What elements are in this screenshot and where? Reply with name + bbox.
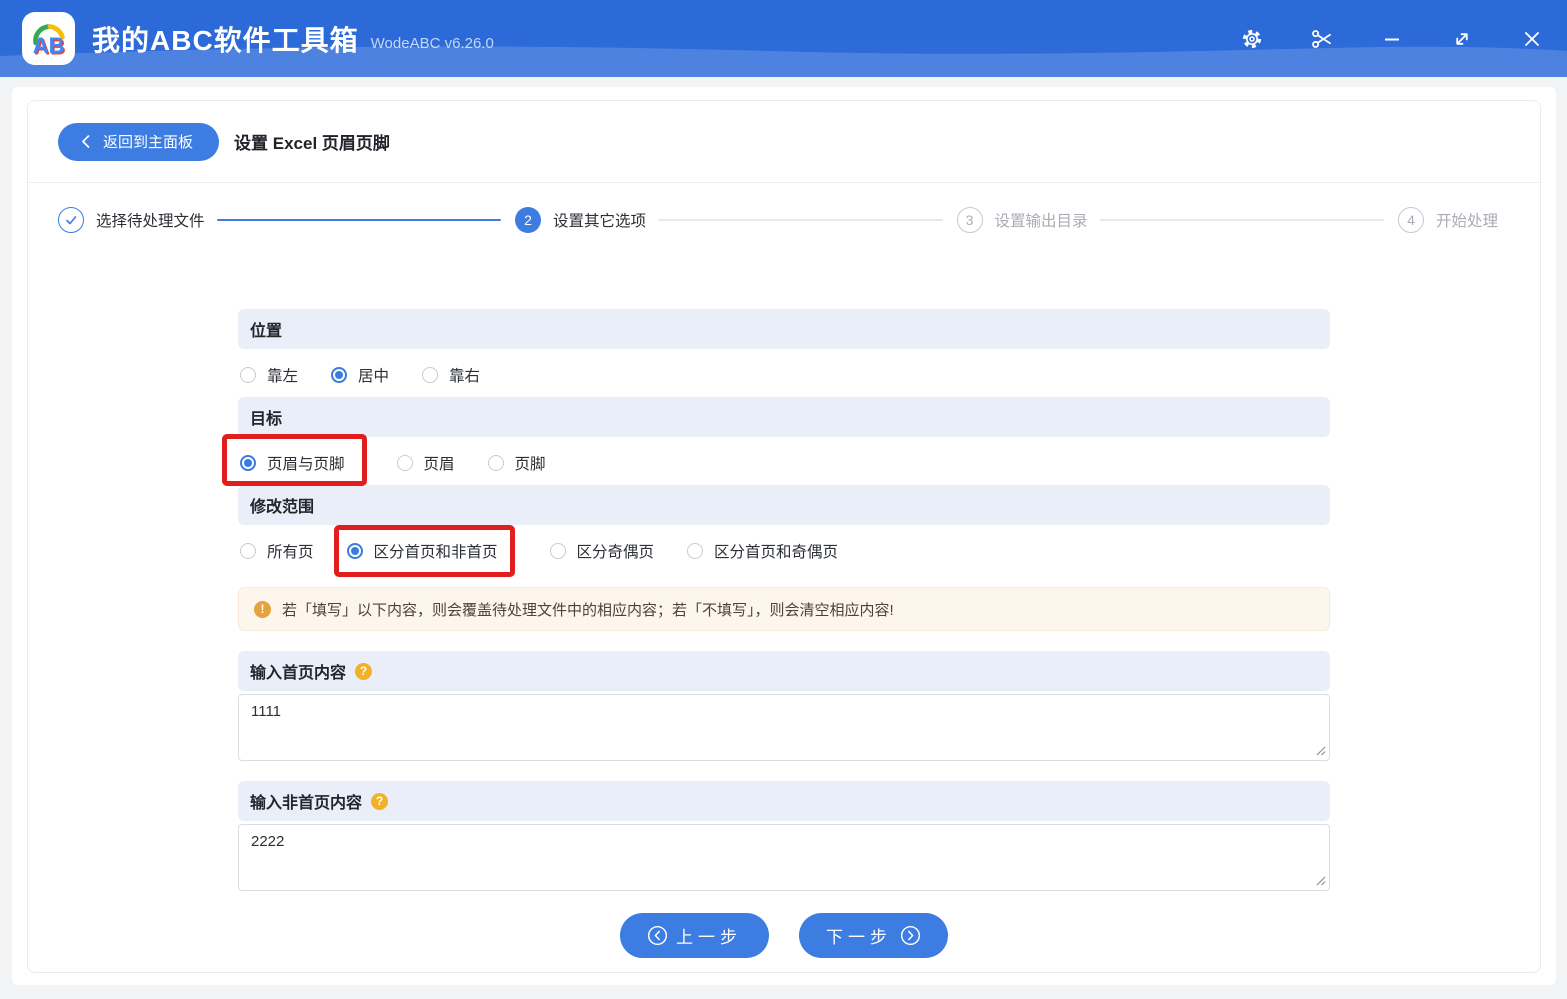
resize-grip-icon[interactable] (1316, 746, 1326, 756)
resize-grip-icon[interactable] (1316, 876, 1326, 886)
step-other-options: 2 设置其它选项 (515, 207, 658, 233)
scissors-icon[interactable] (1309, 26, 1334, 51)
section-header-target: 目标 (238, 397, 1330, 437)
step-2-label: 设置其它选项 (553, 213, 647, 230)
previous-step-label: 上一步 (676, 928, 742, 947)
page-title: 设置 Excel 页眉页脚 (234, 134, 390, 153)
settings-gear-icon[interactable] (1239, 26, 1264, 51)
maximize-icon[interactable] (1449, 26, 1474, 51)
previous-step-button[interactable]: 上一步 (620, 913, 769, 958)
section-title: 目标 (250, 411, 283, 428)
radio-option-all-pages[interactable]: 所有页 (240, 540, 314, 562)
app-version: WodeABC v6.26.0 (370, 35, 494, 52)
app-title: 我的ABC软件工具箱 (92, 24, 359, 56)
app-logo: AB AB (22, 12, 75, 65)
radio-label: 页眉与页脚 (267, 456, 345, 473)
radio-icon[interactable] (422, 367, 439, 383)
radio-option-footer[interactable]: 页脚 (487, 452, 546, 474)
radio-option-first-and-odd-even[interactable]: 区分首页和奇偶页 (687, 540, 838, 562)
radio-icon-selected[interactable] (240, 455, 256, 471)
main-panel: 返回到主面板 设置 Excel 页眉页脚 选择待处理文件 2 设置其它选项 3 … (12, 87, 1556, 985)
radio-option-align-center[interactable]: 居中 (331, 364, 389, 386)
form-content: 位置 靠左 居中 靠右 目标 页眉与页脚 页眉 页脚 修改范围 所有页 区分首页… (222, 257, 1330, 958)
step-1-label: 选择待处理文件 (96, 213, 205, 230)
radio-option-header-and-footer[interactable]: 页眉与页脚 (222, 434, 367, 486)
first-page-content-section: 输入首页内容 ? 1111 (238, 651, 1330, 761)
radio-label: 居中 (358, 368, 390, 385)
step-output-dir: 3 设置输出目录 (956, 207, 1100, 233)
warning-notice: ! 若「填写」以下内容，则会覆盖待处理文件中的相应内容；若「不填写」，则会清空相… (238, 587, 1330, 631)
radio-icon[interactable] (549, 543, 566, 559)
section-title: 输入非首页内容 (250, 795, 363, 812)
step-4-label: 开始处理 (1436, 213, 1499, 230)
radio-option-first-vs-other[interactable]: 区分首页和非首页 (333, 525, 515, 577)
step-connector-pending (1099, 219, 1384, 221)
help-icon[interactable]: ? (355, 662, 373, 680)
first-page-content-input[interactable]: 1111 (238, 694, 1330, 761)
circle-chevron-left-icon (647, 925, 668, 946)
radio-label: 页脚 (514, 456, 546, 473)
radio-option-header[interactable]: 页眉 (396, 452, 455, 474)
wizard-card: 返回到主面板 设置 Excel 页眉页脚 选择待处理文件 2 设置其它选项 3 … (27, 100, 1541, 973)
section-header-first-page: 输入首页内容 ? (238, 651, 1330, 691)
step-connector-pending (658, 219, 943, 221)
radio-label: 区分首页和奇偶页 (714, 544, 839, 561)
chevron-left-icon (82, 135, 90, 148)
logo-text: AB (32, 32, 64, 57)
radio-option-align-right[interactable]: 靠右 (422, 364, 480, 386)
radio-label: 区分首页和非首页 (373, 544, 498, 561)
help-icon[interactable]: ? (371, 792, 389, 810)
step-4-circle: 4 (1398, 207, 1424, 233)
close-icon[interactable] (1519, 26, 1544, 51)
radio-label: 页眉 (423, 456, 455, 473)
radio-label: 所有页 (267, 544, 314, 561)
step-connector-done (216, 219, 501, 221)
next-step-label: 下一步 (826, 928, 892, 947)
radio-icon-selected[interactable] (346, 543, 363, 559)
back-button-label: 返回到主面板 (103, 134, 194, 151)
step-3-circle: 3 (956, 207, 983, 233)
radio-icon[interactable] (687, 543, 704, 559)
section-title: 修改范围 (250, 499, 315, 516)
other-pages-content-section: 输入非首页内容 ? 2222 (238, 781, 1330, 891)
section-header-scope: 修改范围 (238, 485, 1330, 525)
step-select-files: 选择待处理文件 (58, 207, 217, 233)
section-header-position: 位置 (238, 309, 1330, 349)
target-radio-group: 页眉与页脚 页眉 页脚 (222, 434, 1330, 486)
scope-radio-group: 所有页 区分首页和非首页 区分奇偶页 区分首页和奇偶页 (238, 525, 1330, 577)
radio-option-align-left[interactable]: 靠左 (240, 364, 298, 386)
other-pages-content-input[interactable]: 2222 (238, 824, 1330, 891)
step-start-processing: 4 开始处理 (1398, 207, 1510, 233)
step-2-active-circle: 2 (515, 207, 541, 233)
radio-icon-selected[interactable] (331, 367, 348, 383)
step-1-done-circle (58, 207, 84, 233)
check-icon (66, 216, 77, 225)
radio-label: 靠左 (267, 368, 299, 385)
section-title: 输入首页内容 (250, 665, 347, 682)
section-title: 位置 (250, 323, 283, 340)
warning-text: 若「填写」以下内容，则会覆盖待处理文件中的相应内容；若「不填写」，则会清空相应内… (282, 601, 894, 619)
titlebar: AB AB 我的ABC软件工具箱 WodeABC v6.26.0 (0, 0, 1567, 77)
wizard-stepper: 选择待处理文件 2 设置其它选项 3 设置输出目录 4 开始处理 (28, 183, 1540, 257)
wizard-nav-buttons: 上一步 下一步 (238, 913, 1330, 958)
back-to-dashboard-button[interactable]: 返回到主面板 (58, 122, 220, 161)
card-header: 返回到主面板 设置 Excel 页眉页脚 (28, 101, 1540, 183)
radio-label: 区分奇偶页 (576, 544, 655, 561)
radio-icon[interactable] (240, 543, 256, 559)
warning-icon: ! (254, 600, 271, 618)
position-radio-group: 靠左 居中 靠右 (238, 349, 1330, 397)
radio-option-odd-even[interactable]: 区分奇偶页 (549, 540, 655, 562)
radio-icon[interactable] (487, 455, 504, 471)
step-3-label: 设置输出目录 (994, 213, 1088, 230)
radio-icon[interactable] (240, 367, 256, 383)
circle-chevron-right-icon (900, 925, 921, 946)
radio-label: 靠右 (449, 368, 481, 385)
next-step-button[interactable]: 下一步 (799, 913, 948, 958)
radio-icon[interactable] (396, 455, 413, 471)
minimize-icon[interactable] (1379, 26, 1404, 51)
section-header-other-pages: 输入非首页内容 ? (238, 781, 1330, 821)
